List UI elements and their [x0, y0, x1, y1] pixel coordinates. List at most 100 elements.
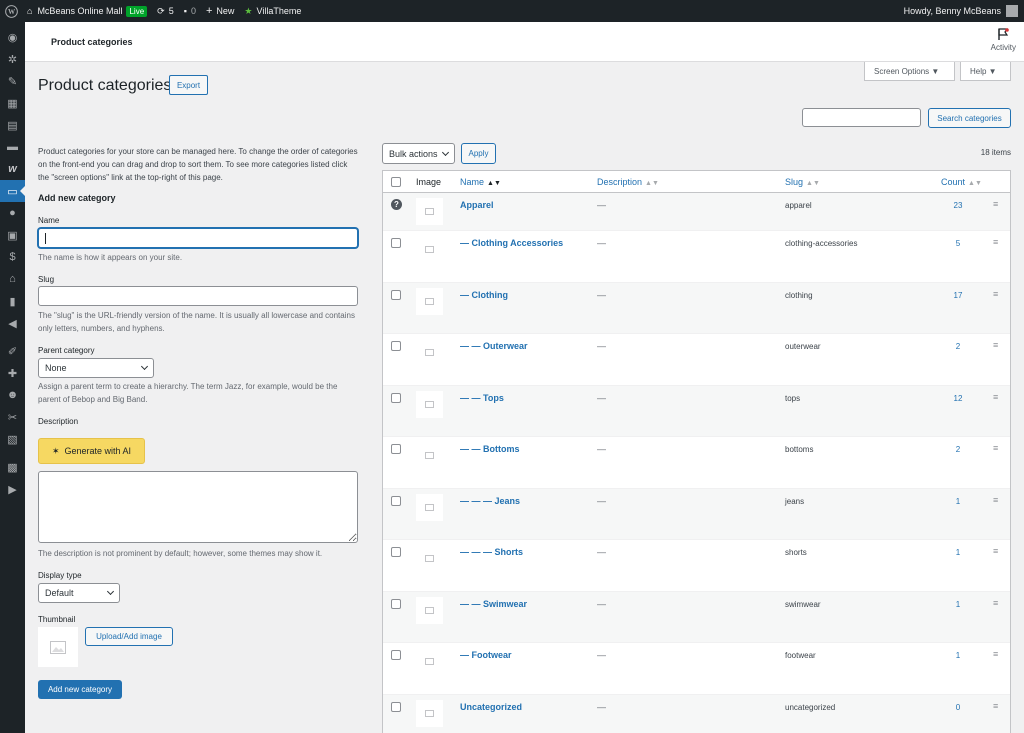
search-input[interactable]: [802, 108, 921, 127]
column-name[interactable]: Name ▲▼: [460, 177, 501, 187]
table-row[interactable]: Uncategorized — uncategorized 0 ≡: [383, 695, 1010, 733]
help-icon[interactable]: ?: [391, 199, 402, 210]
table-row[interactable]: — — Tops — tops 12 ≡: [383, 386, 1010, 437]
category-count-link[interactable]: 1: [943, 548, 973, 557]
products-icon[interactable]: ▭: [0, 180, 25, 202]
category-name-link[interactable]: — Clothing: [460, 290, 508, 300]
tools-icon[interactable]: ✂: [0, 406, 25, 428]
category-name-link[interactable]: Apparel: [460, 200, 494, 210]
users-icon[interactable]: ☻: [0, 384, 25, 406]
drag-handle-icon[interactable]: ≡: [993, 199, 998, 209]
updates-link[interactable]: ⟳ 5: [152, 0, 179, 22]
collapse-menu-icon[interactable]: ▶: [0, 478, 25, 500]
category-name-link[interactable]: — — — Shorts: [460, 547, 523, 557]
category-count-link[interactable]: 1: [943, 600, 973, 609]
wordpress-icon[interactable]: W: [0, 0, 22, 22]
woocommerce-icon[interactable]: w: [0, 158, 25, 180]
drag-handle-icon[interactable]: ≡: [993, 340, 998, 350]
site-name-link[interactable]: ⌂ McBeans Online Mall Live: [22, 0, 152, 22]
search-categories-button[interactable]: Search categories: [928, 108, 1011, 128]
help-button[interactable]: Help ▼: [960, 62, 1011, 81]
row-checkbox[interactable]: [391, 702, 401, 712]
activity-button[interactable]: Activity: [991, 28, 1016, 52]
table-row[interactable]: — — Outerwear — outerwear 2 ≡: [383, 334, 1010, 386]
category-name-link[interactable]: — — Bottoms: [460, 444, 520, 454]
select-all-checkbox[interactable]: [391, 177, 401, 187]
category-name-link[interactable]: — — Tops: [460, 393, 504, 403]
row-checkbox[interactable]: [391, 599, 401, 609]
row-checkbox[interactable]: [391, 341, 401, 351]
drag-handle-icon[interactable]: ≡: [993, 546, 998, 556]
dashboard-icon[interactable]: ◉: [0, 26, 25, 48]
drag-handle-icon[interactable]: ≡: [993, 443, 998, 453]
media-icon[interactable]: ▦: [0, 92, 25, 114]
description-textarea[interactable]: [38, 471, 358, 543]
row-checkbox[interactable]: [391, 290, 401, 300]
drag-handle-icon[interactable]: ≡: [993, 649, 998, 659]
extension-icon[interactable]: ▩: [0, 456, 25, 478]
plugins-icon[interactable]: ✚: [0, 362, 25, 384]
customers-icon[interactable]: ●: [0, 202, 25, 224]
category-count-link[interactable]: 0: [943, 703, 973, 712]
payments-icon[interactable]: $: [0, 246, 25, 268]
category-name-link[interactable]: Uncategorized: [460, 702, 522, 712]
category-count-link[interactable]: 23: [943, 201, 973, 210]
row-checkbox[interactable]: [391, 393, 401, 403]
row-checkbox[interactable]: [391, 444, 401, 454]
category-name-link[interactable]: — Footwear: [460, 650, 512, 660]
row-checkbox[interactable]: [391, 650, 401, 660]
pin-icon[interactable]: ✎: [0, 70, 25, 92]
settings-menu-icon[interactable]: ▧: [0, 428, 25, 450]
drag-handle-icon[interactable]: ≡: [993, 289, 998, 299]
column-slug[interactable]: Slug ▲▼: [785, 177, 820, 187]
column-count[interactable]: Count ▲▼: [941, 177, 982, 187]
new-content-link[interactable]: + New: [201, 0, 239, 22]
comments-link[interactable]: ▪ 0: [179, 0, 201, 22]
appearance-icon[interactable]: ✐: [0, 340, 25, 362]
drag-handle-icon[interactable]: ≡: [993, 392, 998, 402]
store-icon[interactable]: ⌂: [0, 268, 25, 290]
category-name-link[interactable]: — — Swimwear: [460, 599, 527, 609]
display-type-select[interactable]: Default: [38, 583, 120, 603]
upload-image-button[interactable]: Upload/Add image: [85, 627, 173, 646]
category-name-link[interactable]: — Clothing Accessories: [460, 238, 563, 248]
slug-input[interactable]: [38, 286, 358, 306]
row-checkbox[interactable]: [391, 238, 401, 248]
table-row[interactable]: — — Bottoms — bottoms 2 ≡: [383, 437, 1010, 489]
my-account[interactable]: Howdy, Benny McBeans: [904, 5, 1024, 17]
marketing-icon[interactable]: ◀: [0, 312, 25, 334]
analytics-icon[interactable]: ▮: [0, 290, 25, 312]
category-count-link[interactable]: 12: [943, 394, 973, 403]
generate-with-ai-button[interactable]: ✶ Generate with AI: [38, 438, 145, 464]
category-count-link[interactable]: 1: [943, 497, 973, 506]
row-checkbox[interactable]: [391, 496, 401, 506]
add-new-category-button[interactable]: Add new category: [38, 680, 122, 699]
table-row[interactable]: — — — Shorts — shorts 1 ≡: [383, 540, 1010, 592]
apply-button[interactable]: Apply: [461, 143, 496, 164]
settings-icon[interactable]: ✲: [0, 48, 25, 70]
orders-icon[interactable]: ▣: [0, 224, 25, 246]
table-row[interactable]: — — Swimwear — swimwear 1 ≡: [383, 592, 1010, 643]
table-row[interactable]: — Clothing — clothing 17 ≡: [383, 283, 1010, 334]
table-row[interactable]: — — — Jeans — jeans 1 ≡: [383, 489, 1010, 540]
category-name-link[interactable]: — — — Jeans: [460, 496, 520, 506]
pages-icon[interactable]: ▤: [0, 114, 25, 136]
drag-handle-icon[interactable]: ≡: [993, 701, 998, 711]
table-row[interactable]: — Footwear — footwear 1 ≡: [383, 643, 1010, 695]
drag-handle-icon[interactable]: ≡: [993, 237, 998, 247]
row-checkbox[interactable]: [391, 547, 401, 557]
category-count-link[interactable]: 2: [943, 342, 973, 351]
comments-menu-icon[interactable]: ▬: [0, 136, 25, 158]
category-count-link[interactable]: 17: [943, 291, 973, 300]
drag-handle-icon[interactable]: ≡: [993, 598, 998, 608]
category-count-link[interactable]: 5: [943, 239, 973, 248]
category-name-link[interactable]: — — Outerwear: [460, 341, 528, 351]
drag-handle-icon[interactable]: ≡: [993, 495, 998, 505]
table-row[interactable]: — Clothing Accessories — clothing-access…: [383, 231, 1010, 283]
name-input[interactable]: [38, 228, 358, 248]
parent-category-select[interactable]: None: [38, 358, 154, 378]
column-description[interactable]: Description ▲▼: [597, 177, 659, 187]
category-count-link[interactable]: 1: [943, 651, 973, 660]
villatheme-link[interactable]: ★ VillaTheme: [239, 0, 306, 22]
category-count-link[interactable]: 2: [943, 445, 973, 454]
